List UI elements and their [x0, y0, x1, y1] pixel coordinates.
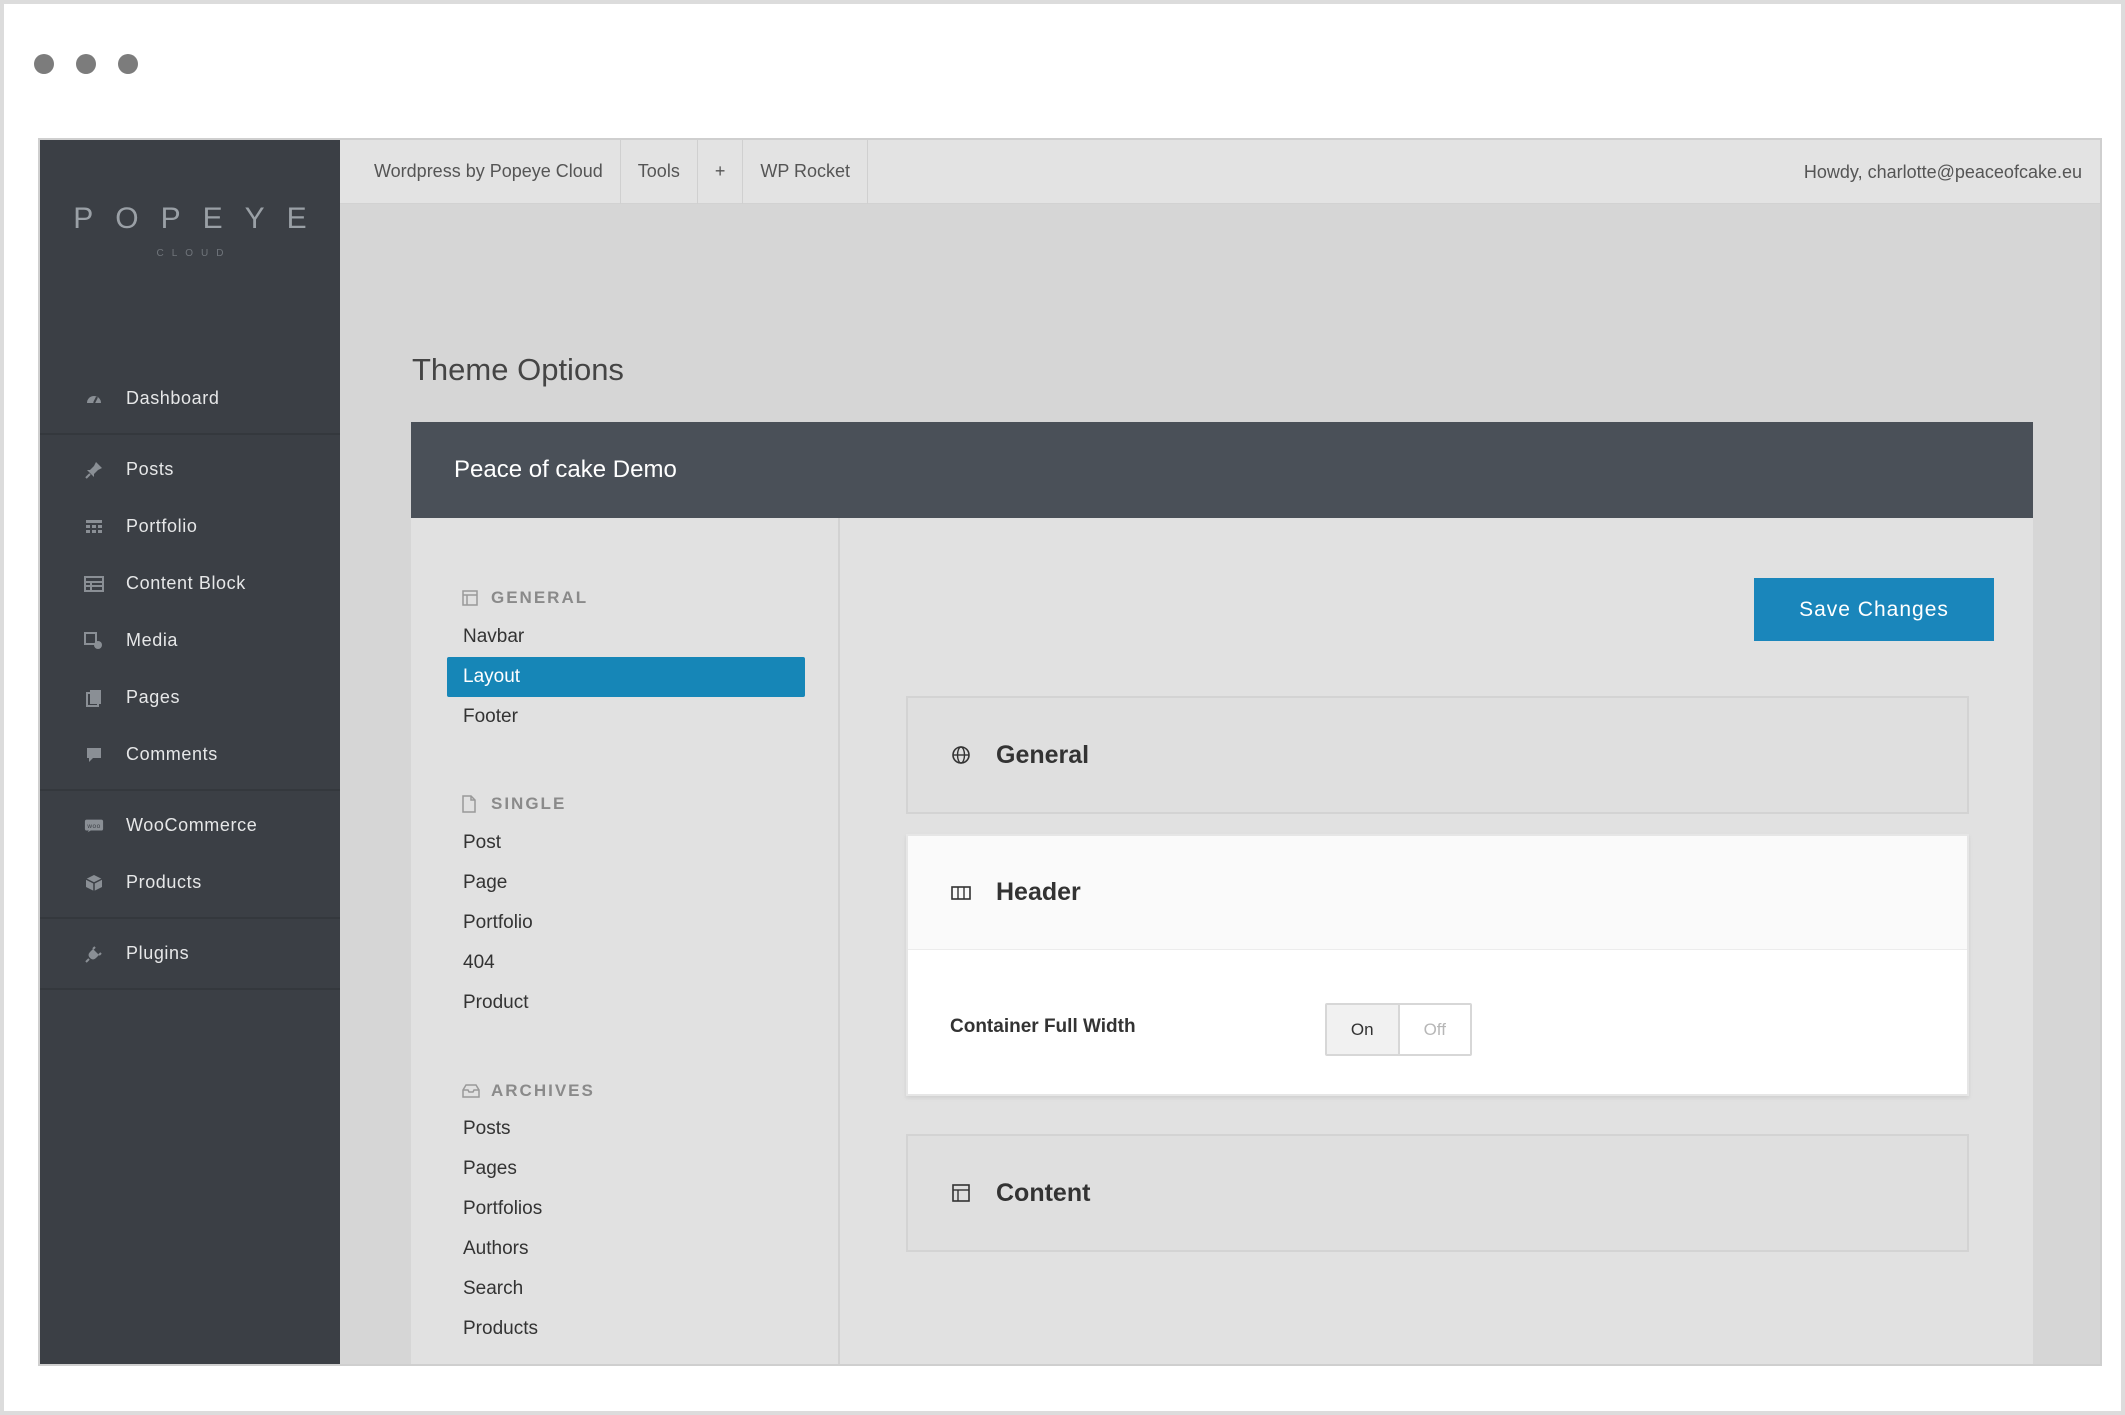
accordion-header[interactable]: Header Container Full Width On Off: [906, 834, 1969, 1096]
topbar-add-new-button[interactable]: +: [698, 140, 744, 204]
theme-options-panel: Peace of cake Demo GENERAL Navbar Layout…: [411, 422, 2033, 1364]
accordion-content-header[interactable]: Content: [908, 1136, 1967, 1250]
file-icon: [462, 795, 480, 813]
options-content: Save Changes General Header Container Fu…: [842, 518, 2033, 1364]
sidebar-item-dashboard[interactable]: Dashboard: [40, 370, 340, 427]
options-menu: GENERAL Navbar Layout Footer SINGLE Post…: [411, 518, 840, 1364]
sidebar-divider: [40, 433, 340, 435]
sidebar-item-products[interactable]: Products: [40, 854, 340, 911]
sidebar-item-media[interactable]: Media: [40, 612, 340, 669]
accordion-content[interactable]: Content: [906, 1134, 1969, 1252]
accordion-title: General: [996, 740, 1090, 769]
dashboard-icon: [84, 389, 104, 409]
menu-link-navbar[interactable]: Navbar: [463, 626, 524, 648]
sidebar-item-label: WooCommerce: [126, 815, 258, 835]
svg-text:woo: woo: [86, 822, 100, 829]
sidebar-item-label: Comments: [126, 744, 218, 764]
sidebar-divider: [40, 917, 340, 919]
menu-link-archive-authors[interactable]: Authors: [463, 1238, 528, 1260]
pin-icon: [84, 460, 104, 480]
menu-link-archive-portfolios[interactable]: Portfolios: [463, 1198, 542, 1220]
browser-frame: POPEYE CLOUD Dashboard Posts Portfolio C…: [0, 0, 2125, 1415]
menu-link-page[interactable]: Page: [463, 872, 507, 894]
app-screen: POPEYE CLOUD Dashboard Posts Portfolio C…: [38, 138, 2102, 1366]
minimize-window-dot[interactable]: [76, 54, 96, 74]
page-title: Theme Options: [412, 352, 624, 387]
sidebar-divider: [40, 988, 340, 990]
panel-header: Peace of cake Demo: [411, 422, 2033, 518]
sidebar-item-posts[interactable]: Posts: [40, 441, 340, 498]
sidebar-item-label: Pages: [126, 687, 181, 707]
layout-icon: [950, 1182, 972, 1204]
menu-link-404[interactable]: 404: [463, 952, 495, 974]
toggle-on-option[interactable]: On: [1327, 1005, 1400, 1054]
accordion-title: Content: [996, 1178, 1091, 1207]
menu-link-portfolio[interactable]: Portfolio: [463, 912, 533, 934]
menu-link-product[interactable]: Product: [463, 992, 528, 1014]
accordion-general[interactable]: General: [906, 696, 1969, 814]
section-archives-title: ARCHIVES: [462, 1081, 595, 1101]
accordion-general-header[interactable]: General: [908, 698, 1967, 812]
section-general-title: GENERAL: [462, 588, 588, 608]
sidebar-item-label: Posts: [126, 459, 175, 479]
menu-link-archive-posts[interactable]: Posts: [463, 1118, 511, 1140]
sidebar-nav: Dashboard Posts Portfolio Content Block …: [40, 370, 340, 996]
pages-icon: [84, 688, 104, 708]
sidebar-item-content-block[interactable]: Content Block: [40, 555, 340, 612]
menu-link-layout[interactable]: Layout: [447, 657, 805, 697]
sidebar-item-woocommerce[interactable]: woo WooCommerce: [40, 797, 340, 854]
sidebar-item-label: Portfolio: [126, 516, 198, 536]
logo-sub-text: CLOUD: [156, 248, 232, 259]
sidebar-item-label: Dashboard: [126, 388, 220, 408]
sidebar-item-plugins[interactable]: Plugins: [40, 925, 340, 982]
save-changes-button[interactable]: Save Changes: [1754, 578, 1994, 641]
toggle-off-option[interactable]: Off: [1399, 1005, 1470, 1054]
plug-icon: [84, 944, 104, 964]
topbar-tools-link[interactable]: Tools: [621, 140, 698, 204]
window-controls: [34, 54, 138, 74]
accordion-header-header[interactable]: Header: [908, 836, 1967, 950]
columns-icon: [950, 882, 972, 904]
menu-link-footer[interactable]: Footer: [463, 706, 518, 728]
archive-icon: [462, 1082, 480, 1100]
media-icon: [84, 631, 104, 651]
topbar-wp-rocket-link[interactable]: WP Rocket: [743, 140, 869, 204]
sidebar-item-label: Content Block: [126, 573, 246, 593]
close-window-dot[interactable]: [34, 54, 54, 74]
menu-link-post[interactable]: Post: [463, 832, 501, 854]
container-full-width-toggle[interactable]: On Off: [1325, 1003, 1472, 1056]
logo-main-text: POPEYE: [73, 202, 329, 235]
sidebar-item-label: Plugins: [126, 943, 190, 963]
popeye-logo[interactable]: POPEYE CLOUD: [40, 202, 340, 259]
globe-icon: [950, 744, 972, 766]
sidebar-divider: [40, 789, 340, 791]
sidebar-item-portfolio[interactable]: Portfolio: [40, 498, 340, 555]
sidebar-item-comments[interactable]: Comments: [40, 726, 340, 783]
accordion-title: Header: [996, 878, 1081, 906]
admin-topbar: Wordpress by Popeye Cloud Tools + WP Roc…: [340, 140, 2100, 204]
menu-link-archive-search[interactable]: Search: [463, 1278, 523, 1300]
menu-link-archive-pages[interactable]: Pages: [463, 1158, 517, 1180]
woo-icon: woo: [84, 816, 104, 836]
maximize-window-dot[interactable]: [118, 54, 138, 74]
comment-icon: [84, 745, 104, 765]
sidebar: POPEYE CLOUD Dashboard Posts Portfolio C…: [40, 140, 340, 1364]
grid-icon: [84, 517, 104, 537]
sidebar-item-pages[interactable]: Pages: [40, 669, 340, 726]
table-icon: [84, 574, 104, 594]
sidebar-item-label: Media: [126, 630, 179, 650]
section-single-title: SINGLE: [462, 794, 566, 814]
layout-icon: [462, 589, 480, 607]
container-full-width-label: Container Full Width: [950, 1016, 1136, 1037]
accordion-header-body: Container Full Width On Off: [908, 950, 1967, 1094]
menu-link-archive-products[interactable]: Products: [463, 1318, 538, 1340]
box-icon: [84, 873, 104, 893]
sidebar-item-label: Products: [126, 872, 202, 892]
topbar-site-link[interactable]: Wordpress by Popeye Cloud: [340, 140, 621, 204]
topbar-account-menu[interactable]: Howdy, charlotte@peaceofcake.eu: [1804, 140, 2082, 204]
